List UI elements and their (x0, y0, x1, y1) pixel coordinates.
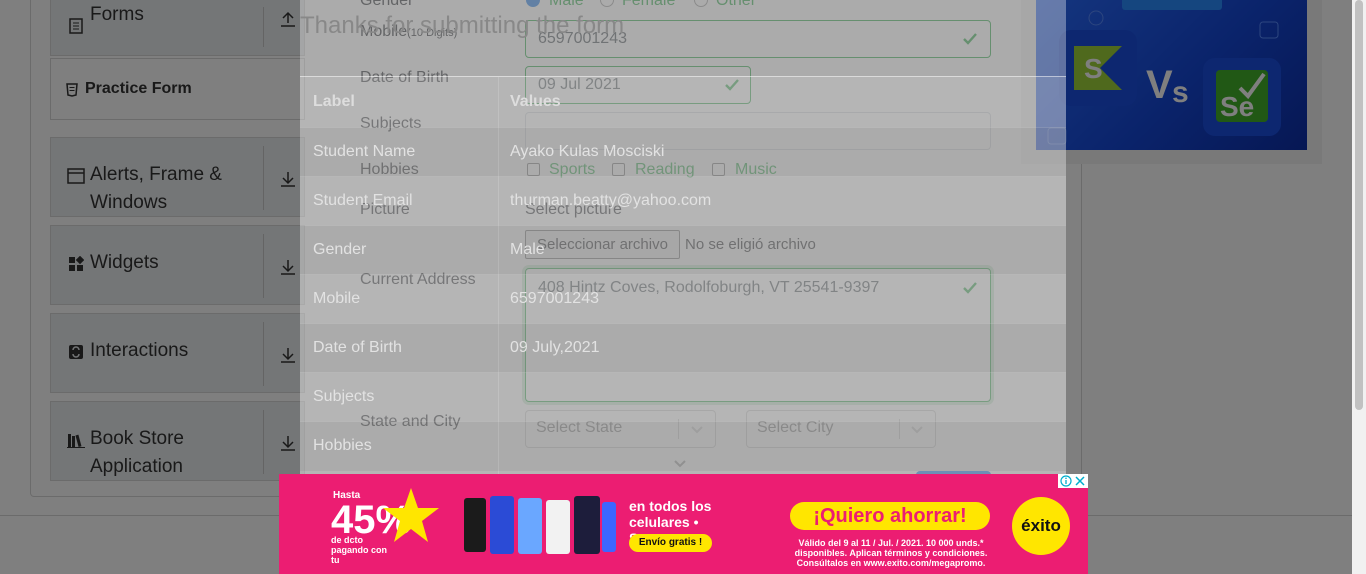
table-row: Mobile 6597001243 (300, 274, 1066, 324)
row-label: Hobbies (313, 437, 372, 454)
table-row: Hobbies (300, 421, 1066, 471)
ad-choices[interactable] (1058, 474, 1088, 488)
row-label: Mobile (313, 290, 361, 307)
ad-cta-button[interactable]: ¡Quiero ahorrar! (790, 502, 990, 530)
table-row: Subjects (300, 372, 1066, 422)
results-table: Label Values Student Name Ayako Kulas Mo… (300, 76, 1066, 481)
column-header-label: Label (313, 93, 355, 110)
row-value: Ayako Kulas Mosciski (510, 143, 665, 160)
close-icon[interactable] (1075, 476, 1085, 486)
scrollbar-thumb[interactable] (1355, 0, 1363, 410)
table-header: Label Values (300, 77, 1066, 127)
table-row: Student Name Ayako Kulas Mosciski (300, 127, 1066, 177)
table-row: Gender Male (300, 225, 1066, 275)
star-burst-icon (383, 488, 439, 542)
ad-legal-text: Válido del 9 al 11 / Jul. / 2021. 10 000… (794, 538, 988, 568)
phones-image (464, 496, 616, 554)
ad-banner-bottom[interactable]: Hasta 45% de dcto pagando con tu en todo… (279, 474, 1088, 574)
row-label: Student Name (313, 143, 416, 160)
row-label: Gender (313, 241, 367, 258)
info-icon[interactable] (1060, 475, 1072, 487)
row-label: Student Email (313, 192, 413, 209)
row-value: 6597001243 (510, 290, 599, 307)
row-label: Subjects (313, 388, 375, 405)
exito-logo: éxito (1012, 497, 1070, 555)
column-header-values: Values (510, 93, 561, 110)
ad-shipping-badge: Envío gratis ! (629, 534, 712, 552)
row-value: 09 July,2021 (510, 339, 600, 356)
modal-title: Thanks for submitting the form (300, 12, 625, 39)
page-scrollbar[interactable] (1352, 0, 1366, 574)
table-row: Date of Birth 09 July,2021 (300, 323, 1066, 373)
table-row: Student Email thurman.beatty@yahoo.com (300, 176, 1066, 226)
row-label: Date of Birth (313, 339, 402, 356)
row-value: thurman.beatty@yahoo.com (510, 192, 712, 209)
row-value: Male (510, 241, 545, 258)
